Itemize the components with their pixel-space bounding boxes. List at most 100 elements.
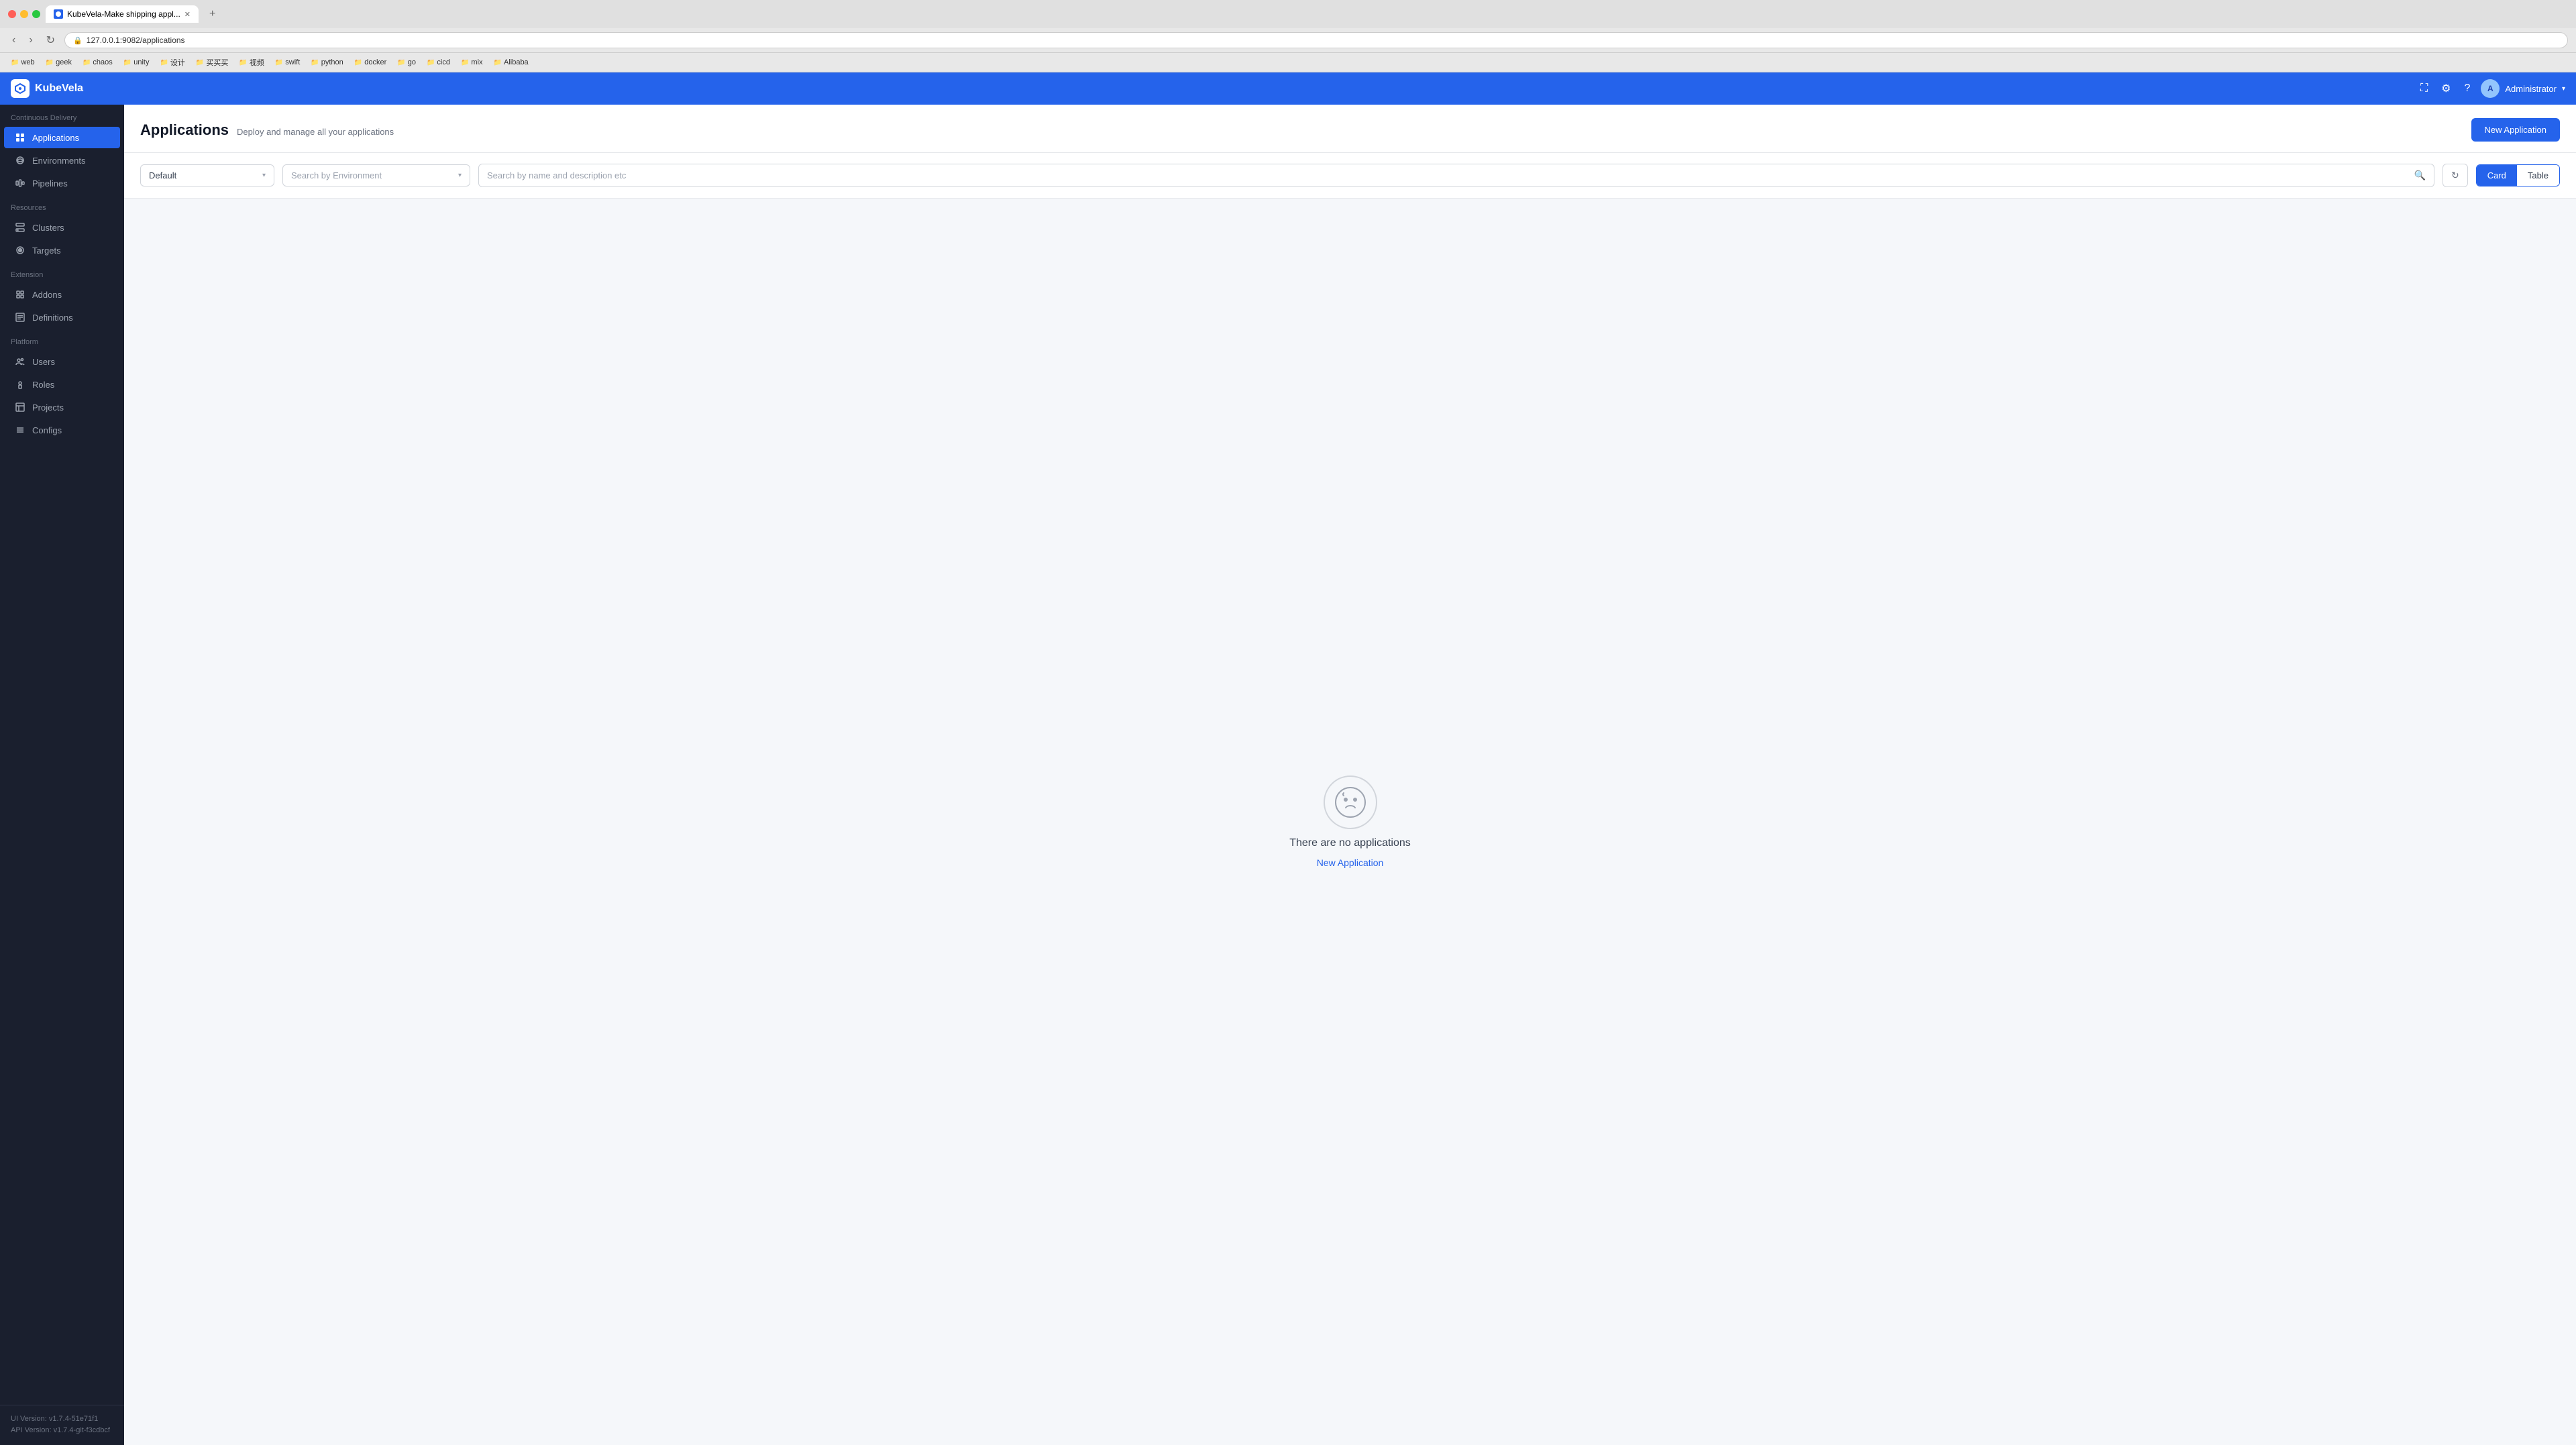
view-toggle: Card Table <box>2476 164 2560 186</box>
help-icon[interactable]: ? <box>2461 80 2473 97</box>
maximize-window-btn[interactable] <box>32 10 40 18</box>
bookmark-web[interactable]: 📁 web <box>8 57 38 68</box>
definitions-icon <box>15 312 25 323</box>
addons-icon <box>15 289 25 300</box>
sidebar-item-projects-label: Projects <box>32 403 64 413</box>
refresh-icon: ↻ <box>2451 170 2459 180</box>
sidebar-item-roles[interactable]: Roles <box>4 374 120 395</box>
sidebar-item-addons-label: Addons <box>32 290 62 300</box>
bookmark-buy[interactable]: 📁 买买买 <box>193 56 231 69</box>
environment-search-arrow-icon: ▾ <box>458 172 462 179</box>
empty-state-message: There are no applications <box>1289 837 1411 849</box>
refresh-button[interactable]: ↻ <box>2443 164 2468 187</box>
top-nav-right: ⛶ ⚙ ? A Administrator ▾ <box>2418 79 2565 98</box>
user-menu[interactable]: A Administrator ▾ <box>2481 79 2565 98</box>
bookmark-unity[interactable]: 📁 unity <box>121 57 152 68</box>
sidebar-item-applications-label: Applications <box>32 133 79 143</box>
empty-state: There are no applications New Applicatio… <box>124 199 2576 1445</box>
forward-btn[interactable]: › <box>25 33 36 48</box>
minimize-window-btn[interactable] <box>20 10 28 18</box>
top-nav: KubeVela ⛶ ⚙ ? A Administrator ▾ <box>0 72 2576 105</box>
sidebar-section-platform: Platform <box>0 329 124 350</box>
sidebar-item-addons[interactable]: Addons <box>4 284 120 305</box>
sidebar-item-configs[interactable]: Configs <box>4 419 120 441</box>
bookmark-mix[interactable]: 📁 mix <box>458 57 486 68</box>
search-icon: 🔍 <box>2414 170 2426 181</box>
bookmark-cicd[interactable]: 📁 cicd <box>424 57 453 68</box>
tab-favicon <box>54 9 63 19</box>
roles-icon <box>15 379 25 390</box>
bookmark-alibaba[interactable]: 📁 Alibaba <box>491 57 531 68</box>
sidebar-item-clusters[interactable]: Clusters <box>4 217 120 238</box>
bookmark-video[interactable]: 📁 视频 <box>236 56 266 69</box>
settings-icon[interactable]: ⚙ <box>2438 79 2453 98</box>
sidebar-item-clusters-label: Clusters <box>32 223 64 233</box>
new-application-button[interactable]: New Application <box>2471 118 2561 142</box>
project-filter-select[interactable]: Default ▾ <box>140 164 274 186</box>
environment-search-placeholder: Search by Environment <box>291 170 382 180</box>
sidebar-item-pipelines[interactable]: Pipelines <box>4 172 120 194</box>
filters-bar: Default ▾ Search by Environment ▾ Search… <box>124 153 2576 199</box>
browser-tab-active[interactable]: KubeVela-Make shipping appl... ✕ <box>46 5 199 23</box>
empty-state-icon <box>1324 775 1377 829</box>
sidebar-item-applications[interactable]: Applications <box>4 127 120 148</box>
name-search-placeholder: Search by name and description etc <box>487 170 626 180</box>
project-filter-arrow-icon: ▾ <box>262 172 266 179</box>
browser-toolbar: ‹ › ↻ 🔒 127.0.0.1:9082/applications <box>0 28 2576 53</box>
bookmark-design[interactable]: 📁 设计 <box>157 56 187 69</box>
table-view-button[interactable]: Table <box>2517 165 2559 186</box>
api-version: API Version: v1.7.4-git-f3cdbcf <box>11 1425 113 1437</box>
empty-state-new-app-link[interactable]: New Application <box>1317 857 1384 868</box>
browser-titlebar: KubeVela-Make shipping appl... ✕ + <box>0 0 2576 28</box>
bookmarks-bar: 📁 web 📁 geek 📁 chaos 📁 unity 📁 设计 📁 买买买 … <box>0 53 2576 72</box>
app-container: Continuous Delivery Applications Environ… <box>0 105 2576 1445</box>
environments-icon <box>15 155 25 166</box>
sidebar-item-pipelines-label: Pipelines <box>32 178 68 189</box>
user-name: Administrator <box>2505 84 2557 94</box>
sidebar-item-configs-label: Configs <box>32 425 62 435</box>
sidebar-item-targets[interactable]: Targets <box>4 239 120 261</box>
sidebar-item-definitions-label: Definitions <box>32 313 73 323</box>
bookmark-go[interactable]: 📁 go <box>394 57 419 68</box>
page-subtitle: Deploy and manage all your applications <box>237 127 394 137</box>
address-lock-icon: 🔒 <box>73 36 83 45</box>
card-view-button[interactable]: Card <box>2477 165 2517 186</box>
bookmark-python[interactable]: 📁 python <box>308 57 345 68</box>
back-btn[interactable]: ‹ <box>8 33 19 48</box>
fullscreen-icon[interactable]: ⛶ <box>2418 80 2430 97</box>
sidebar-item-projects[interactable]: Projects <box>4 396 120 418</box>
sidebar-item-targets-label: Targets <box>32 246 61 256</box>
bookmark-swift[interactable]: 📁 swift <box>272 57 303 68</box>
content-header: Applications Deploy and manage all your … <box>124 105 2576 153</box>
app-logo[interactable]: KubeVela <box>11 79 83 98</box>
sidebar-item-users[interactable]: Users <box>4 351 120 372</box>
sidebar: Continuous Delivery Applications Environ… <box>0 105 124 1445</box>
environment-search-select[interactable]: Search by Environment ▾ <box>282 164 470 186</box>
bookmark-docker[interactable]: 📁 docker <box>352 57 389 68</box>
browser-chrome: KubeVela-Make shipping appl... ✕ + ‹ › ↻… <box>0 0 2576 72</box>
sidebar-footer: UI Version: v1.7.4-51e71f1 API Version: … <box>0 1405 124 1445</box>
address-url: 127.0.0.1:9082/applications <box>87 36 185 45</box>
page-title: Applications <box>140 121 229 139</box>
ui-version: UI Version: v1.7.4-51e71f1 <box>11 1413 113 1426</box>
tab-close-btn[interactable]: ✕ <box>184 10 191 19</box>
new-tab-btn[interactable]: + <box>204 8 221 20</box>
logo-text: KubeVela <box>35 83 83 95</box>
projects-icon <box>15 402 25 413</box>
sidebar-item-environments-label: Environments <box>32 156 85 166</box>
applications-icon <box>15 132 25 143</box>
avatar: A <box>2481 79 2500 98</box>
bookmark-chaos[interactable]: 📁 chaos <box>80 57 115 68</box>
tab-title: KubeVela-Make shipping appl... <box>67 9 180 19</box>
refresh-nav-btn[interactable]: ↻ <box>42 32 59 48</box>
sidebar-item-roles-label: Roles <box>32 380 54 390</box>
close-window-btn[interactable] <box>8 10 16 18</box>
users-icon <box>15 356 25 367</box>
sidebar-section-resources: Resources <box>0 195 124 216</box>
sidebar-item-environments[interactable]: Environments <box>4 150 120 171</box>
bookmark-geek[interactable]: 📁 geek <box>43 57 74 68</box>
address-bar[interactable]: 🔒 127.0.0.1:9082/applications <box>64 32 2568 48</box>
content-title-area: Applications Deploy and manage all your … <box>140 121 394 139</box>
name-search-input[interactable]: Search by name and description etc 🔍 <box>478 164 2434 187</box>
sidebar-item-definitions[interactable]: Definitions <box>4 307 120 328</box>
